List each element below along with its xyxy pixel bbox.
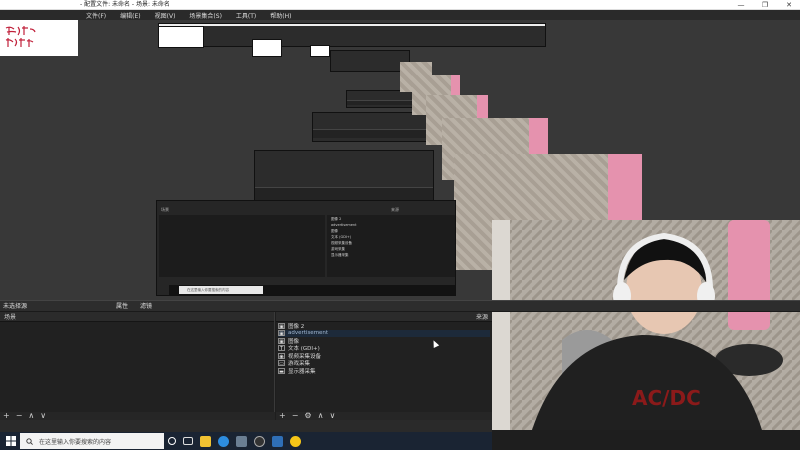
nested-window-2 <box>330 50 410 72</box>
image-icon: ▣ <box>278 322 285 330</box>
nested-source-item: 图像 2 <box>331 217 342 221</box>
nested-obs-window: 场景 来源 图像 2 advertisement 图像 文本 (GDI+) 视频… <box>156 200 456 296</box>
nested-window-4 <box>312 112 432 142</box>
minimize-button[interactable]: — <box>736 0 746 10</box>
menu-file[interactable]: 文件(F) <box>86 11 106 20</box>
files-app-icon[interactable] <box>290 435 301 447</box>
edge-browser-icon[interactable] <box>218 435 229 447</box>
window-titlebar: - 配置文件: 未命名 - 场景: 未命名 — ❐ ✕ <box>0 0 800 10</box>
window-controls: — ❐ ✕ <box>736 0 794 10</box>
obs-icon[interactable] <box>254 435 265 447</box>
search-icon <box>26 437 33 445</box>
sources-dock-title: 来源 <box>475 314 488 321</box>
remove-source-button[interactable]: − <box>292 412 299 420</box>
monitor-icon: ▬ <box>278 367 285 375</box>
maximize-button[interactable]: ❐ <box>760 0 770 10</box>
menu-scene-collection[interactable]: 场景集合(S) <box>189 11 222 20</box>
webcam-image: AC/DC <box>492 220 800 430</box>
source-item-display-capture[interactable]: ▬ 显示器采集 <box>278 367 490 375</box>
scenes-toolbar: + − ∧ ∨ <box>0 412 275 420</box>
menu-tools[interactable]: 工具(T) <box>236 11 256 20</box>
move-scene-up-button[interactable]: ∧ <box>28 412 34 420</box>
nested-search-box: 在这里输入你要搜索的内容 <box>179 286 263 294</box>
dock-footer <box>0 420 492 432</box>
nested-source-item: advertisement <box>331 223 357 227</box>
handwritten-logo-icon <box>5 26 36 47</box>
nested-taskbar: 在这里输入你要搜索的内容 <box>169 285 455 295</box>
nested-source-item: 显示器采集 <box>331 253 349 257</box>
taskbar-apps <box>168 434 301 448</box>
sources-toolbar: + − ⚙ ∧ ∨ <box>276 412 492 420</box>
nested-sources-title: 来源 <box>391 207 399 212</box>
settings-app-icon[interactable] <box>272 435 283 447</box>
image-icon: ▣ <box>278 330 285 338</box>
source-label: 图像 2 <box>288 323 305 330</box>
nested-titlebar <box>159 24 545 26</box>
handwritten-logo-image <box>0 20 78 56</box>
nested-source-item: 文本 (GDI+) <box>331 235 352 239</box>
nested-source-item: 游戏采集 <box>331 247 345 251</box>
nested-panel <box>313 129 431 138</box>
menu-edit[interactable]: 编辑(E) <box>120 11 140 20</box>
source-settings-button[interactable]: ⚙ <box>304 412 311 420</box>
webcam-feed: AC/DC <box>492 220 800 430</box>
sources-dock: 来源 ▣ 图像 2 ▣ advertisement ▣ 图像 T 文本 (GDI… <box>276 312 492 412</box>
window-title: - 配置文件: 未命名 - 场景: 未命名 <box>80 1 170 8</box>
file-explorer-icon[interactable] <box>200 435 211 447</box>
taskview-windows-icon[interactable] <box>183 437 193 445</box>
windows-start-icon[interactable] <box>6 436 16 446</box>
window-icon: ▭ <box>278 360 285 368</box>
sources-dock-header: 来源 <box>276 312 492 322</box>
scenes-dock-header: 场景 <box>0 312 274 322</box>
nested-source-item: 视频采集设备 <box>331 241 352 245</box>
add-scene-button[interactable]: + <box>3 412 10 420</box>
nested-source-item: 图像 <box>331 229 338 233</box>
close-button[interactable]: ✕ <box>784 0 794 10</box>
context-bar: 未选择源 属性 滤镜 <box>0 300 800 312</box>
source-label: advertisement <box>288 330 329 337</box>
sources-list: ▣ 图像 2 ▣ advertisement ▣ 图像 T 文本 (GDI+) … <box>278 322 490 375</box>
text-icon: T <box>278 345 285 353</box>
move-source-up-button[interactable]: ∧ <box>318 412 324 420</box>
scenes-dock-title: 场景 <box>4 314 17 321</box>
nested-sources-panel: 图像 2 advertisement 图像 文本 (GDI+) 视频采集设备 游… <box>327 215 455 277</box>
search-placeholder: 在这里输入你要搜索的内容 <box>39 438 112 446</box>
menu-bar: 文件(F) 编辑(E) 视图(V) 场景集合(S) 工具(T) 帮助(H) <box>0 10 800 20</box>
nested-logo-card-2 <box>252 39 282 57</box>
nested-scenes-title: 场景 <box>161 207 169 212</box>
menu-help[interactable]: 帮助(H) <box>270 11 291 20</box>
windows-taskbar: 在这里输入你要搜索的内容 <box>0 432 492 450</box>
add-source-button[interactable]: + <box>279 412 286 420</box>
image-icon: ▣ <box>278 337 285 345</box>
move-source-down-button[interactable]: ∨ <box>329 412 335 420</box>
taskview-icon[interactable] <box>168 437 176 445</box>
menu-view[interactable]: 视图(V) <box>155 11 176 20</box>
nested-logo-card <box>158 26 204 48</box>
camera-icon: ◉ <box>278 352 285 360</box>
source-label: 显示器采集 <box>288 368 316 375</box>
nested-logo-card-3 <box>310 45 330 57</box>
nested-window-1 <box>158 23 546 47</box>
scenes-dock: 场景 <box>0 312 275 412</box>
remove-scene-button[interactable]: − <box>16 412 23 420</box>
svg-text:AC/DC: AC/DC <box>632 386 701 410</box>
nested-scenes-panel <box>159 215 325 277</box>
source-item-image-2[interactable]: ▣ 图像 2 <box>278 322 490 330</box>
source-item-advertisement[interactable]: ▣ advertisement <box>278 329 490 338</box>
notes-app-icon[interactable] <box>236 435 247 447</box>
move-scene-down-button[interactable]: ∨ <box>40 412 46 420</box>
taskbar-search-box[interactable]: 在这里输入你要搜索的内容 <box>20 433 164 449</box>
